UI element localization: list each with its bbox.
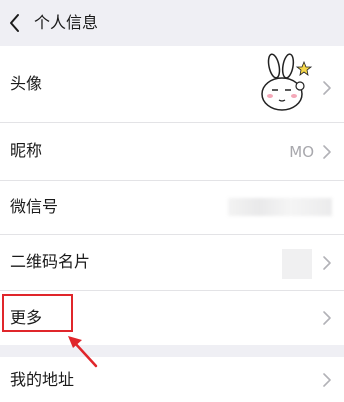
chevron-left-icon [10, 14, 19, 32]
personal-info-screen: 个人信息 头像 昵称 MO 微信号 二维码名片 更多 我的地址 [0, 0, 344, 402]
qr-code-thumbnail [282, 249, 312, 279]
nickname-value: MO [289, 143, 314, 161]
chevron-right-icon [323, 311, 331, 325]
row-address[interactable]: 我的地址 [0, 357, 344, 402]
row-qr-code[interactable]: 二维码名片 [0, 235, 344, 290]
row-avatar-label: 头像 [10, 74, 43, 93]
nav-header: 个人信息 [0, 0, 344, 46]
row-qr-code-label: 二维码名片 [10, 252, 91, 271]
row-nickname-label: 昵称 [10, 141, 43, 160]
annotation-arrow-icon [68, 336, 98, 368]
annotation-highlight-box [2, 294, 73, 332]
row-nickname[interactable]: 昵称 MO [0, 123, 344, 180]
chevron-right-icon [323, 373, 331, 387]
row-wechat-id: 微信号 [0, 181, 344, 234]
wechat-id-value-redacted [228, 198, 332, 216]
page-title: 个人信息 [34, 13, 99, 32]
section-separator [0, 345, 344, 357]
avatar [252, 52, 316, 116]
row-wechat-id-label: 微信号 [10, 197, 59, 216]
chevron-right-icon [323, 145, 331, 159]
row-avatar[interactable]: 头像 [0, 46, 344, 122]
back-button[interactable] [6, 10, 28, 36]
chevron-right-icon [323, 256, 331, 270]
row-address-label: 我的地址 [10, 370, 75, 389]
chevron-right-icon [323, 81, 331, 95]
